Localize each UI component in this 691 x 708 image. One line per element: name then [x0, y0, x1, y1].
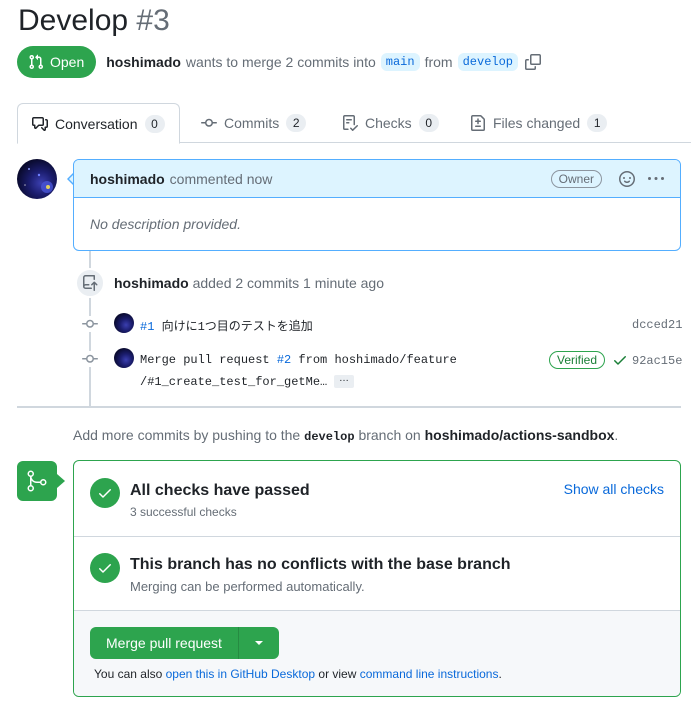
- repo-push-icon: [83, 275, 98, 291]
- commit-1-issue-link[interactable]: #1: [140, 320, 154, 334]
- pr-tabs: Conversation 0 Commits 2 Checks 0 Files …: [17, 103, 691, 144]
- pr-title: Develop: [18, 4, 129, 37]
- commit-dot-2: [82, 351, 98, 367]
- check-icon: [99, 489, 111, 498]
- check-icon: [99, 564, 111, 573]
- timeline-end-divider: [17, 406, 681, 408]
- tab-conversation[interactable]: Conversation 0: [17, 103, 180, 144]
- commit-2-prefix: Merge pull request: [140, 353, 277, 367]
- copy-icon[interactable]: [525, 54, 542, 70]
- tab-conversation-label: Conversation: [55, 115, 138, 132]
- merge-alternatives-text: You can also open this in GitHub Desktop…: [94, 667, 502, 681]
- merge-text: wants to merge 2 commits into: [185, 54, 376, 70]
- tab-commits-count: 2: [286, 114, 307, 132]
- git-commit-icon: [82, 319, 98, 328]
- add-more-prefix: Add more commits by pushing to the: [73, 427, 301, 443]
- tab-files-changed[interactable]: Files changed 1: [456, 103, 621, 143]
- comment-discussion-icon: [32, 116, 48, 131]
- push-event-text: hoshimado added 2 commits 1 minute ago: [114, 275, 384, 291]
- commit-message-2-line2[interactable]: /#1_create_test_for_getMe…: [140, 375, 327, 389]
- commit-2-suffix: from hoshimado/feature: [291, 353, 457, 367]
- tab-checks[interactable]: Checks 0: [328, 103, 453, 143]
- add-more-branch: develop: [304, 430, 355, 444]
- triangle-down-icon: [254, 641, 263, 645]
- merge-caret: [57, 474, 65, 488]
- checklist-icon: [343, 115, 358, 131]
- pr-meta: hoshimado wants to merge 2 commits into …: [106, 53, 542, 71]
- tab-conversation-count: 0: [144, 114, 165, 133]
- check-icon: [614, 356, 626, 365]
- from-text: from: [424, 54, 453, 70]
- git-commit-icon: [201, 118, 217, 127]
- command-line-instructions-link[interactable]: command line instructions: [360, 667, 499, 681]
- checks-title: All checks have passed: [130, 482, 310, 499]
- checks-section: All checks have passed 3 successful chec…: [74, 461, 680, 537]
- git-merge-icon: [27, 470, 47, 492]
- commit-1-message[interactable]: 向けに1つ目のテストを追加: [154, 320, 313, 334]
- also-middle: or view: [318, 667, 357, 681]
- owner-badge: Owner: [550, 169, 602, 188]
- tab-commits[interactable]: Commits 2: [187, 103, 320, 143]
- commit-message-1: #1 向けに1つ目のテストを追加: [140, 317, 313, 334]
- comment-box: hoshimado commented now Owner No descrip…: [73, 159, 681, 251]
- push-description: added 2 commits 1 minute ago: [192, 275, 385, 291]
- pr-author-link[interactable]: hoshimado: [106, 54, 181, 70]
- also-suffix: .: [498, 667, 502, 681]
- tab-commits-label: Commits: [224, 115, 280, 131]
- commit-message-2[interactable]: Merge pull request #2 from hoshimado/fea…: [140, 353, 457, 367]
- merge-status-icon-box: [17, 461, 57, 501]
- head-branch[interactable]: develop: [457, 53, 519, 71]
- commit-avatar-1[interactable]: [114, 313, 134, 333]
- tab-files-changed-label: Files changed: [493, 115, 581, 131]
- git-pull-request-icon: [29, 54, 44, 70]
- verified-badge[interactable]: Verified: [549, 351, 606, 369]
- conflicts-section: This branch has no conflicts with the ba…: [74, 537, 680, 611]
- open-state-badge: Open: [17, 46, 97, 78]
- add-more-commits-hint: Add more commits by pushing to the devel…: [73, 427, 618, 444]
- commit-sha-2[interactable]: 92ac15e: [632, 354, 682, 368]
- avatar-image: [24, 168, 53, 193]
- conflicts-subtitle: Merging can be performed automatically.: [130, 579, 365, 594]
- pr-number: #3: [136, 4, 170, 37]
- page-title: Develop #3: [18, 4, 170, 38]
- merge-method-dropdown[interactable]: [238, 627, 279, 659]
- git-commit-icon: [82, 354, 98, 363]
- add-more-middle: branch on: [358, 427, 421, 443]
- tab-files-changed-count: 1: [587, 114, 608, 132]
- conflicts-title: This branch has no conflicts with the ba…: [130, 556, 511, 573]
- comment-timestamp[interactable]: commented now: [170, 171, 273, 187]
- conflicts-status-circle: [90, 553, 120, 583]
- merge-box: All checks have passed 3 successful chec…: [73, 460, 681, 697]
- pr-state-row: Open hoshimado wants to merge 2 commits …: [17, 46, 542, 78]
- merge-pull-request-button[interactable]: Merge pull request: [90, 627, 239, 659]
- kebab-horizontal-icon[interactable]: [648, 171, 664, 187]
- comment-body: No description provided.: [90, 216, 241, 232]
- expand-commit-button[interactable]: …: [334, 374, 354, 388]
- smiley-icon[interactable]: [619, 170, 635, 187]
- file-diff-icon: [471, 115, 485, 131]
- open-in-desktop-link[interactable]: open this in GitHub Desktop: [166, 667, 315, 681]
- checks-status-circle: [90, 478, 120, 508]
- add-more-suffix: .: [614, 427, 619, 443]
- base-branch[interactable]: main: [380, 53, 420, 71]
- comment-header: hoshimado commented now Owner: [74, 160, 680, 198]
- merge-footer: Merge pull request You can also open thi…: [74, 611, 680, 696]
- commit-sha-1[interactable]: dcced21: [632, 318, 682, 332]
- also-prefix: You can also: [94, 667, 163, 681]
- show-all-checks-link[interactable]: Show all checks: [564, 481, 664, 497]
- push-event-badge: [75, 268, 105, 298]
- push-author[interactable]: hoshimado: [114, 275, 189, 291]
- commit-2-pr-link[interactable]: #2: [277, 353, 291, 367]
- commit-dot-1: [82, 316, 98, 332]
- state-label: Open: [50, 54, 85, 70]
- tab-checks-label: Checks: [365, 115, 412, 131]
- add-more-repo: hoshimado/actions-sandbox: [424, 427, 615, 443]
- comment-author[interactable]: hoshimado: [90, 171, 165, 187]
- merge-button-group: Merge pull request: [90, 627, 279, 659]
- tab-checks-count: 0: [418, 114, 439, 132]
- commit-avatar-2[interactable]: [114, 348, 134, 368]
- checks-subtitle: 3 successful checks: [130, 505, 237, 519]
- avatar[interactable]: [17, 159, 57, 199]
